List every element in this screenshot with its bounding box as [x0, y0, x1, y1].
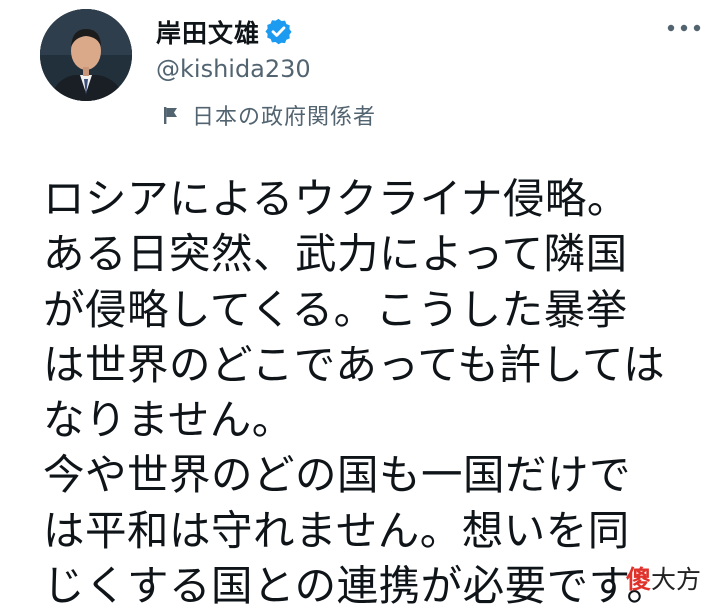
- tweet-line: は平和は守れません。想いを同: [43, 505, 630, 555]
- author-handle[interactable]: @kishida230: [156, 55, 311, 83]
- watermark-char: 傻: [626, 565, 652, 594]
- tweet-line: ある日突然、武力によって隣国: [43, 229, 628, 279]
- tweet-line: じくする国との連携が必要です。: [43, 561, 669, 611]
- avatar-photo: [40, 9, 132, 101]
- author-name[interactable]: 岸田文雄: [156, 14, 260, 50]
- tweet-text: ロシアによるウクライナ侵略。 ある日突然、武力によって隣国 が侵略してくる。こう…: [43, 171, 713, 613]
- avatar[interactable]: [40, 9, 132, 101]
- watermark: 傻大方: [626, 560, 701, 596]
- tweet-line: なりません。: [43, 395, 294, 445]
- more-options-button[interactable]: [662, 10, 706, 46]
- tweet-line: 今や世界のどの国も一国だけで: [43, 450, 632, 500]
- more-options-icon: [667, 24, 701, 32]
- tweet-line: が侵略してくる。こうした暴挙: [43, 284, 628, 334]
- watermark-text: 大方: [651, 565, 702, 594]
- tweet-line: ロシアによるウクライナ侵略。: [43, 174, 629, 223]
- flag-icon: [164, 107, 177, 124]
- government-label[interactable]: 日本の政府関係者: [160, 99, 376, 131]
- government-label-text: 日本の政府関係者: [192, 105, 377, 130]
- verified-badge-icon: [265, 18, 292, 45]
- tweet-line: は世界のどこであっても許しては: [43, 339, 666, 389]
